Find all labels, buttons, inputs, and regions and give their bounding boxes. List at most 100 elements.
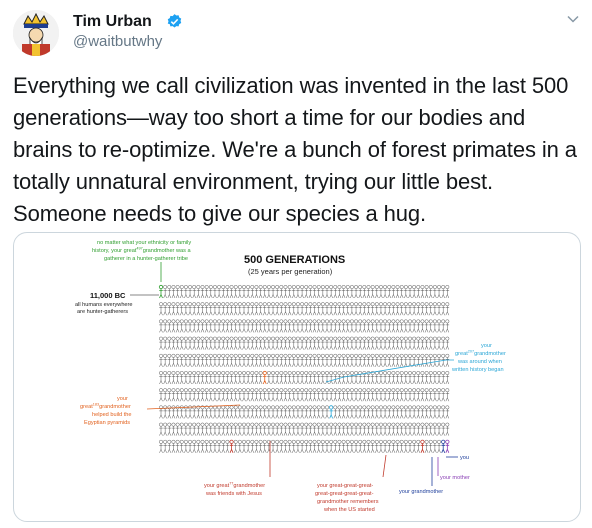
- generation-figure-body: [179, 426, 184, 436]
- generation-figure-head: [233, 336, 238, 341]
- generation-figure-body: [350, 323, 354, 333]
- generation-figure-body: [233, 391, 238, 402]
- generation-figure-head: [358, 439, 363, 444]
- generation-figure-head: [167, 405, 172, 410]
- generation-figure-body: [279, 305, 284, 316]
- generation-figure-body: [428, 323, 433, 333]
- generation-figure-body: [233, 305, 238, 316]
- generation-figure-head: [304, 405, 309, 410]
- generation-figure-body: [242, 305, 246, 316]
- generation-figure-head: [192, 336, 197, 341]
- generation-figure-body: [242, 288, 246, 299]
- generation-figure-body: [179, 288, 184, 299]
- generation-figure-head: [250, 439, 255, 444]
- generation-figure-head: [221, 336, 226, 341]
- generation-figure-body: [379, 443, 383, 453]
- generation-figure-head: [333, 336, 338, 341]
- generation-figure-body: [250, 357, 255, 367]
- generation-figure-head: [266, 405, 271, 410]
- generation-figure-body: [229, 374, 234, 385]
- generation-figure-body: [262, 426, 267, 436]
- generation-figure-body: [433, 288, 437, 299]
- generation-figure-body: [399, 305, 404, 316]
- generation-figure-body: [304, 426, 309, 436]
- generation-figure-body: [333, 323, 338, 333]
- generation-figure-head: [242, 422, 246, 427]
- generation-figure-head: [308, 353, 313, 358]
- generation-figure-head: [366, 302, 371, 307]
- generation-figure-body: [375, 443, 379, 453]
- generation-figure-head: [283, 371, 288, 375]
- generation-figure-head: [383, 353, 388, 358]
- generation-figure-head: [283, 336, 288, 341]
- avatar[interactable]: [13, 10, 59, 56]
- generation-figure-head: [179, 439, 184, 444]
- generation-figure-body: [412, 391, 416, 402]
- generation-figure-body: [428, 305, 433, 316]
- generation-figure-head: [188, 302, 192, 307]
- generation-figure-body: [238, 288, 242, 299]
- generation-figure-head: [296, 353, 300, 358]
- generation-figure-body: [225, 409, 230, 419]
- generation-figure-head: [271, 422, 275, 427]
- author-name[interactable]: Tim Urban: [73, 13, 152, 31]
- generation-figure-body: [325, 323, 329, 333]
- generation-figure-body: [395, 391, 400, 402]
- generation-figure-head: [242, 353, 246, 358]
- generation-figure-head: [391, 353, 396, 358]
- generation-figure-body: [391, 391, 396, 402]
- generation-figure-head: [208, 439, 213, 444]
- egypt-note-line-2: great183grandmother: [80, 403, 131, 411]
- generation-figure-body: [312, 323, 317, 333]
- us-note-line-1: your great-great-great-: [317, 483, 373, 489]
- generation-figure-body: [296, 409, 300, 419]
- generation-figure-body: [358, 409, 362, 419]
- generation-figure-head: [266, 353, 271, 358]
- generation-figure-body: [300, 409, 304, 419]
- generation-figure-head: [167, 353, 172, 358]
- generation-figure-head: [213, 302, 217, 307]
- generation-figure-head: [366, 319, 371, 324]
- generation-figure-body: [362, 288, 367, 299]
- generation-figure-body: [329, 443, 333, 453]
- generation-figure-head: [271, 439, 275, 444]
- generation-figure-body: [399, 323, 404, 333]
- generations-grid: [158, 284, 450, 453]
- generation-figure-body: [271, 426, 275, 436]
- generation-figure-head: [204, 302, 209, 307]
- generation-figure-body: [229, 340, 234, 350]
- infographic-image[interactable]: 500 GENERATIONS (25 years per generation…: [13, 232, 581, 522]
- generation-figure-head: [387, 285, 392, 289]
- generation-figure-body: [395, 443, 400, 453]
- generation-figure-body: [354, 288, 358, 299]
- chevron-down-icon[interactable]: [566, 12, 580, 26]
- generation-figure-head: [337, 302, 342, 307]
- generation-figure-head: [366, 388, 371, 393]
- verified-badge-icon: [167, 14, 182, 28]
- generation-figure-head: [275, 439, 280, 444]
- author-handle[interactable]: @waitbutwhy: [73, 33, 162, 50]
- generation-figure-body: [192, 357, 196, 367]
- generation-figure-head: [192, 353, 197, 358]
- generation-figure-body: [321, 357, 325, 367]
- generation-figure-head: [395, 405, 400, 410]
- generation-figure-head: [163, 388, 168, 393]
- generation-figure-body: [354, 409, 358, 419]
- generation-figure-body: [387, 374, 392, 385]
- generation-figure-body: [387, 340, 392, 350]
- generation-figure-head: [242, 285, 246, 289]
- egypt-note-line-4: Egyptian pyramids: [84, 420, 130, 426]
- generation-figure-head: [445, 371, 450, 375]
- generation-figure-head: [271, 319, 275, 324]
- generation-figure-head: [445, 353, 450, 358]
- generation-figure-head: [208, 371, 213, 375]
- generation-figure-body: [250, 305, 255, 316]
- generation-figure-body: [283, 443, 288, 453]
- generation-figure-body: [325, 443, 329, 453]
- generation-figure-body: [350, 426, 354, 436]
- generation-figure-head: [416, 405, 421, 410]
- generation-figure-head: [379, 405, 383, 410]
- generation-figure-body: [204, 426, 209, 436]
- generation-figure-head: [366, 422, 371, 427]
- generation-figure-body: [337, 305, 342, 316]
